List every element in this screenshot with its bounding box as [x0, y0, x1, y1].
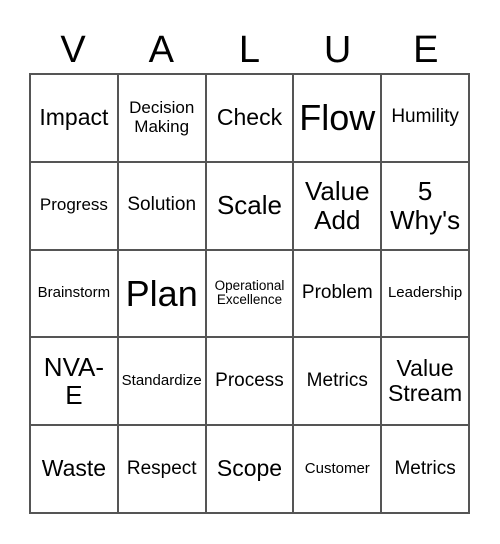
bingo-cell[interactable]: Metrics	[381, 425, 469, 513]
bingo-cell[interactable]: Leadership	[381, 249, 469, 338]
bingo-cell[interactable]: Respect	[117, 425, 206, 513]
bingo-cell[interactable]: Impact	[30, 74, 118, 162]
bingo-cell[interactable]: Operational Excellence	[205, 249, 294, 338]
bingo-cell[interactable]: Customer	[293, 425, 382, 513]
bingo-cell[interactable]: Check	[205, 74, 294, 162]
bingo-grid: Impact Decision Making Check Flow Humili…	[29, 73, 470, 514]
bingo-cell[interactable]: 5 Why's	[381, 161, 469, 250]
header-letter: U	[323, 29, 352, 71]
bingo-cell[interactable]: Standardize	[117, 337, 206, 426]
bingo-cell[interactable]: Scope	[205, 425, 294, 513]
bingo-cell[interactable]: Metrics	[293, 337, 382, 426]
bingo-cell[interactable]: Value Add	[293, 161, 382, 250]
header-letter: A	[148, 29, 174, 71]
bingo-cell[interactable]: Process	[205, 337, 294, 426]
header-letter: E	[413, 29, 439, 71]
bingo-cell[interactable]: Problem	[293, 249, 382, 338]
bingo-cell[interactable]: Value Stream	[381, 337, 469, 426]
bingo-cell[interactable]: Flow	[293, 74, 382, 162]
bingo-cell[interactable]: Plan	[117, 249, 206, 338]
bingo-cell[interactable]: NVA-E	[30, 337, 118, 426]
bingo-cell[interactable]: Solution	[117, 161, 206, 250]
header-letter: L	[238, 29, 261, 71]
bingo-cell[interactable]: Progress	[30, 161, 118, 250]
bingo-header: V A L U E	[29, 28, 470, 73]
header-letter: V	[60, 29, 86, 71]
bingo-cell[interactable]: Humility	[381, 74, 469, 162]
bingo-cell[interactable]: Decision Making	[117, 74, 206, 162]
bingo-cell[interactable]: Scale	[205, 161, 294, 250]
bingo-cell[interactable]: Waste	[30, 425, 118, 513]
bingo-cell[interactable]: Brainstorm	[30, 249, 118, 338]
